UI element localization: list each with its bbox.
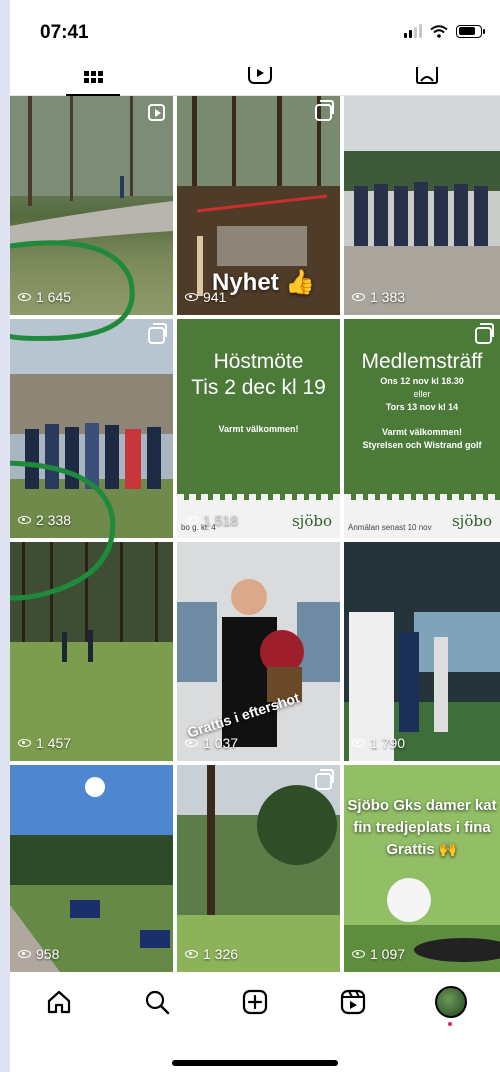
reels-icon	[340, 989, 366, 1015]
eye-icon	[18, 516, 31, 524]
search-icon	[145, 990, 170, 1015]
post-heading: Medlemsträff	[361, 350, 483, 373]
club-logo: sjöbo	[291, 512, 332, 530]
carousel-badge-icon	[315, 769, 334, 790]
post-overlay-text: Sjöbo Gks damer kat fin tredjeplats i fi…	[344, 795, 500, 861]
view-count: 1 326	[185, 946, 238, 962]
carousel-badge-icon	[475, 323, 494, 344]
reels-icon	[248, 67, 272, 84]
post-tile-hostmote[interactable]: Höstmöte Tis 2 dec kl 19 Varmt välkommen…	[177, 319, 340, 538]
signal-icon	[404, 24, 422, 38]
post-tile[interactable]: Grattis i eftershot 1 037	[177, 542, 340, 761]
view-count: 1 383	[352, 289, 405, 305]
overlay-line: fin tredjeplats i fina	[353, 819, 491, 836]
club-logo: sjöbo	[451, 512, 492, 530]
forest-path-image	[10, 96, 173, 246]
overlay-line: Grattis 🙌	[386, 841, 458, 858]
status-icons	[404, 24, 485, 38]
post-heading: Höstmöte	[213, 350, 304, 373]
eye-icon	[18, 739, 31, 747]
team-photo-image	[344, 96, 500, 315]
post-welcome-text: Varmt välkommen!	[381, 427, 463, 437]
eye-icon	[185, 293, 198, 301]
post-tile[interactable]: 2 338	[10, 319, 173, 538]
post-overlay-text: Nyhet 👍	[212, 269, 316, 296]
nav-reels[interactable]	[333, 982, 373, 1022]
post-tile[interactable]: 1 383	[344, 96, 500, 315]
post-subheading: Tis 2 dec kl 19	[191, 376, 326, 399]
driving-range-image	[10, 765, 173, 972]
battery-icon	[456, 24, 485, 38]
notification-dot	[448, 1022, 452, 1026]
nav-create[interactable]	[235, 982, 275, 1022]
profile-avatar	[435, 986, 467, 1018]
tab-tagged[interactable]	[372, 58, 482, 96]
post-line: Tors 13 nov kl 14	[385, 402, 459, 412]
tab-grid[interactable]	[38, 58, 148, 96]
nav-profile[interactable]	[431, 982, 471, 1026]
bottom-navigation	[10, 972, 500, 1032]
overlay-line: Sjöbo Gks damer kat	[347, 797, 497, 814]
status-time: 07:41	[40, 22, 89, 43]
eye-icon	[185, 950, 198, 958]
eye-icon	[352, 293, 365, 301]
post-welcome-text: Varmt välkommen!	[218, 424, 299, 434]
view-count: 1 037	[185, 735, 238, 751]
post-sender-text: Styrelsen och Wistrand golf	[362, 440, 482, 450]
home-indicator	[172, 1060, 338, 1066]
post-tile[interactable]: Nyhet 👍 941	[177, 96, 340, 315]
view-count: 2 338	[18, 512, 71, 528]
post-footer-note: Anmälan senast 10 nov	[348, 523, 432, 532]
view-count: 941	[185, 289, 226, 305]
view-count: 1 518	[185, 512, 238, 528]
eye-icon	[18, 950, 31, 958]
carousel-badge-icon	[148, 323, 167, 344]
fairway-trees-image	[177, 765, 340, 972]
post-tile[interactable]: 1 790	[344, 542, 500, 761]
home-icon	[47, 990, 71, 1014]
view-count: 1 457	[18, 735, 71, 751]
post-tile[interactable]: 958	[10, 765, 173, 972]
golf-simulator-image	[344, 542, 500, 761]
post-tile-medlemstraff[interactable]: Medlemsträff Ons 12 nov kl 18.30 eller T…	[344, 319, 500, 538]
post-tile[interactable]: 1 326	[177, 765, 340, 972]
view-count: 1 097	[352, 946, 405, 962]
view-count: 1 645	[18, 289, 71, 305]
eye-icon	[185, 516, 198, 524]
post-line: eller	[413, 389, 431, 399]
status-bar: 07:41	[10, 0, 500, 58]
eye-icon	[352, 950, 365, 958]
phone-screen: 07:41 1 645 Nyhet 👍 941 1 383 2 338 Höst…	[10, 0, 500, 1072]
carousel-badge-icon	[315, 100, 334, 121]
eye-icon	[185, 739, 198, 747]
tab-reels[interactable]	[205, 58, 315, 96]
nav-search[interactable]	[137, 982, 177, 1022]
eye-icon	[352, 739, 365, 747]
golf-green-forest-image	[10, 542, 173, 761]
junior-group-photo-image	[10, 319, 173, 538]
view-count: 1 790	[352, 735, 405, 751]
tagged-icon	[416, 67, 438, 84]
create-icon	[242, 989, 268, 1015]
post-line: Ons 12 nov kl 18.30	[380, 376, 464, 386]
grid-icon	[83, 71, 103, 83]
view-count: 958	[18, 946, 59, 962]
post-tile[interactable]: Sjöbo Gks damer kat fin tredjeplats i fi…	[344, 765, 500, 972]
profile-tabs	[10, 58, 500, 96]
eye-icon	[18, 293, 31, 301]
post-tile[interactable]: 1 457	[10, 542, 173, 761]
nav-home[interactable]	[39, 982, 79, 1022]
wifi-icon	[430, 24, 448, 38]
post-tile[interactable]: 1 645	[10, 96, 173, 315]
reel-badge-icon	[148, 104, 165, 121]
